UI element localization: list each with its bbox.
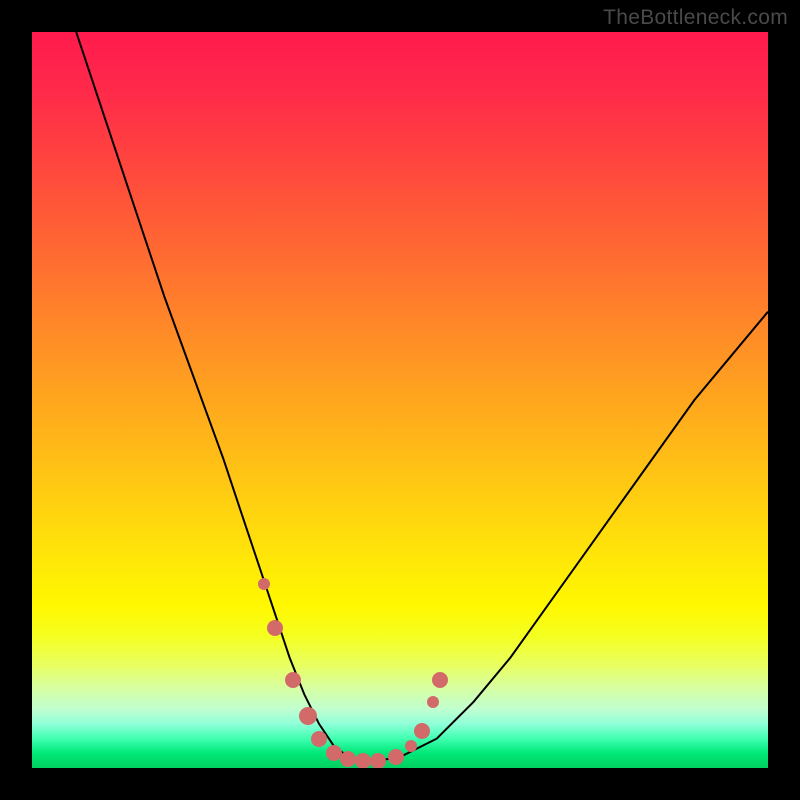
marker-layer: [32, 32, 768, 768]
data-marker: [258, 578, 270, 590]
chart-frame: TheBottleneck.com: [0, 0, 800, 800]
data-marker: [355, 753, 371, 768]
data-marker: [267, 620, 283, 636]
watermark-text: TheBottleneck.com: [603, 6, 788, 30]
data-marker: [432, 672, 448, 688]
data-marker: [370, 753, 386, 768]
data-marker: [414, 723, 430, 739]
data-marker: [405, 740, 417, 752]
data-marker: [388, 749, 404, 765]
plot-area: [32, 32, 768, 768]
data-marker: [427, 696, 439, 708]
data-marker: [285, 672, 301, 688]
data-marker: [299, 707, 317, 725]
data-marker: [340, 751, 356, 767]
data-marker: [326, 745, 342, 761]
data-marker: [311, 731, 327, 747]
